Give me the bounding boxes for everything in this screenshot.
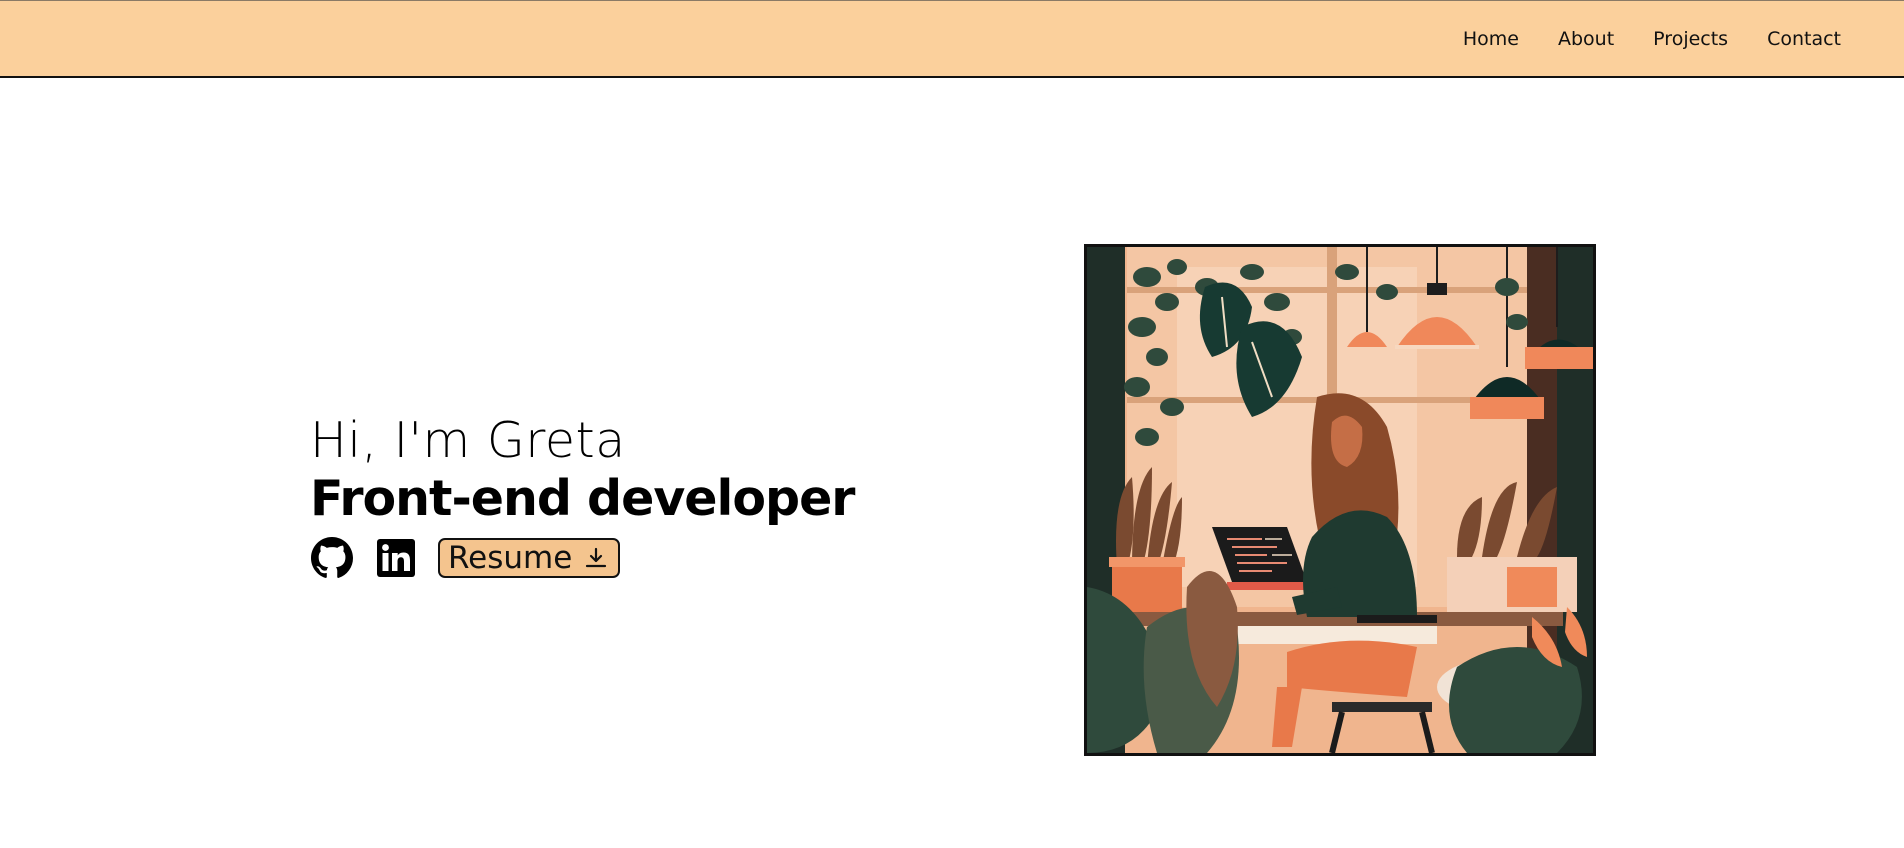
main-nav: Home About Projects Contact bbox=[1463, 1, 1841, 77]
site-header: Home About Projects Contact bbox=[0, 0, 1904, 78]
nav-home-link[interactable]: Home bbox=[1463, 28, 1519, 50]
social-links: Resume bbox=[310, 536, 870, 580]
hero-intro: Hi, I'm Greta Front-end developer Resume bbox=[310, 412, 870, 580]
hero-greeting: Hi, I'm Greta bbox=[310, 412, 626, 469]
nav-about-link[interactable]: About bbox=[1558, 28, 1614, 50]
resume-download-button[interactable]: Resume bbox=[438, 538, 621, 578]
github-link[interactable] bbox=[310, 536, 354, 580]
hero-role: Front-end developer bbox=[310, 470, 855, 527]
github-icon bbox=[311, 537, 353, 578]
developer-illustration bbox=[1084, 244, 1596, 756]
nav-projects-link[interactable]: Projects bbox=[1653, 28, 1728, 50]
download-icon bbox=[586, 547, 607, 568]
resume-button-label: Resume bbox=[448, 540, 573, 576]
nav-contact-link[interactable]: Contact bbox=[1767, 28, 1841, 50]
linkedin-icon bbox=[377, 539, 415, 577]
illustration-art bbox=[1087, 247, 1593, 753]
linkedin-link[interactable] bbox=[374, 536, 418, 580]
